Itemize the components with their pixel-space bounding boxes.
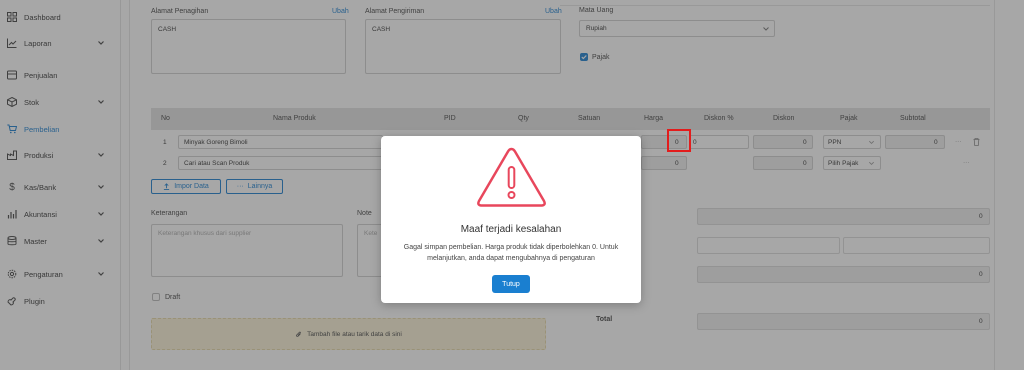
dialog-title: Maaf terjadi kesalahan [460,224,562,235]
close-button[interactable]: Tutup [492,275,530,293]
price-error-highlight [667,129,691,152]
error-dialog: Maaf terjadi kesalahan Gagal simpan pemb… [381,136,641,303]
warning-triangle-icon [477,147,546,207]
dialog-message: Gagal simpan pembelian. Harga produk tid… [403,244,619,262]
